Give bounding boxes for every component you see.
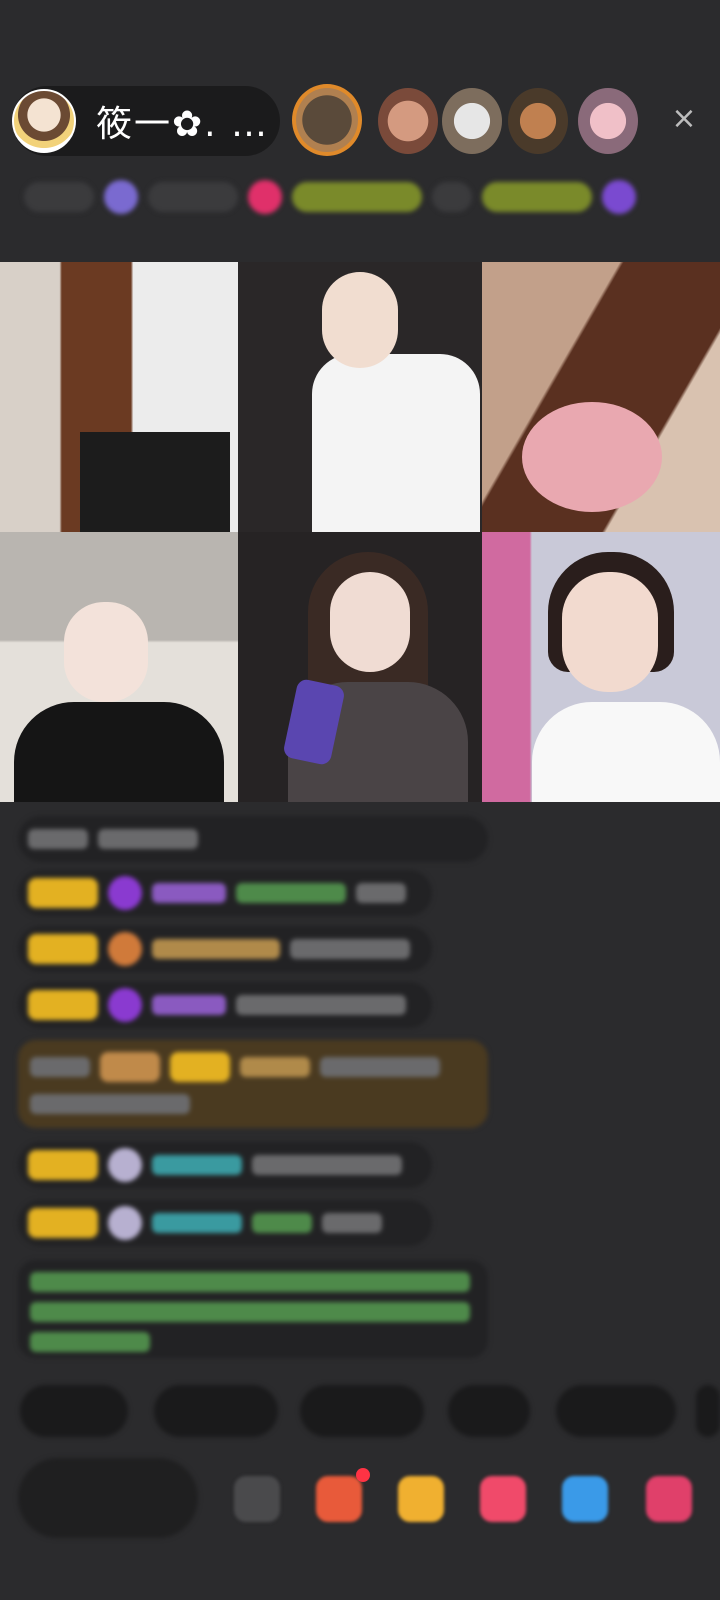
chat-message — [18, 1200, 432, 1246]
multi-guest-video-grid — [0, 262, 720, 802]
level-badge — [28, 990, 98, 1020]
quick-reply-chip[interactable] — [300, 1385, 424, 1437]
guest-face — [64, 602, 148, 702]
room-info-chip — [148, 182, 238, 212]
notification-dot — [356, 1468, 370, 1482]
room-info-row — [24, 176, 696, 218]
fan-badge — [100, 1052, 160, 1082]
chat-message — [18, 982, 432, 1028]
chat-text — [30, 1094, 190, 1114]
chat-username — [240, 1057, 310, 1077]
chat-highlight-message — [18, 1040, 488, 1128]
notice-text — [30, 1302, 470, 1322]
level-badge — [170, 1052, 230, 1082]
chat-username — [152, 883, 226, 903]
guest-figure — [532, 702, 720, 802]
level-badge — [28, 1208, 98, 1238]
guest-video-6[interactable] — [482, 532, 720, 802]
user-avatar — [108, 1148, 142, 1182]
gift-icon[interactable] — [398, 1476, 444, 1522]
room-info-icon — [248, 180, 282, 214]
activity-icon[interactable] — [646, 1476, 692, 1522]
level-badge — [28, 878, 98, 908]
room-info-chip — [292, 182, 422, 212]
guest-face — [330, 572, 410, 672]
chat-message — [18, 926, 432, 972]
shop-icon[interactable] — [316, 1476, 362, 1522]
guest-face — [562, 572, 658, 692]
guest-video-5[interactable] — [238, 532, 482, 802]
chat-text — [236, 995, 406, 1015]
chat-text — [252, 1155, 402, 1175]
chat-text — [30, 1057, 90, 1077]
chat-message — [18, 870, 432, 916]
user-avatar — [108, 932, 142, 966]
more-icon[interactable] — [234, 1476, 280, 1522]
quick-reply-chip[interactable] — [556, 1385, 676, 1437]
guest-figure — [14, 702, 224, 802]
top-viewer-avatar-4[interactable] — [508, 88, 568, 154]
chat-username — [152, 939, 280, 959]
notice-text — [30, 1332, 150, 1352]
guest-video-3[interactable] — [482, 262, 720, 532]
top-viewer-avatar-1[interactable] — [292, 84, 362, 156]
host-info-pill[interactable]: 筱一✿. … — [12, 86, 280, 156]
quick-reply-chip[interactable] — [448, 1385, 530, 1437]
user-avatar — [108, 1206, 142, 1240]
chat-username — [152, 1155, 242, 1175]
chat-text — [322, 1213, 382, 1233]
chat-message — [18, 816, 488, 862]
guest-figure — [522, 402, 662, 512]
top-viewer-avatar-5[interactable] — [578, 88, 638, 154]
user-avatar — [108, 988, 142, 1022]
live-room-screen: 筱一✿. … × — [0, 0, 720, 1600]
room-info-chip — [432, 182, 472, 212]
chat-input[interactable] — [18, 1458, 198, 1538]
guest-figure — [312, 354, 480, 532]
host-name: 筱一✿. … — [96, 104, 270, 145]
room-info-chip — [24, 182, 94, 212]
system-notice — [18, 1260, 488, 1358]
user-avatar — [108, 876, 142, 910]
share-icon[interactable] — [562, 1476, 608, 1522]
top-viewer-avatar-3[interactable] — [442, 88, 502, 154]
notice-text — [30, 1272, 470, 1292]
chat-text — [356, 883, 406, 903]
level-badge — [28, 934, 98, 964]
chat-username — [152, 995, 226, 1015]
chat-text — [98, 829, 198, 849]
top-viewer-avatar-2[interactable] — [378, 88, 438, 154]
chat-text — [290, 939, 410, 959]
chat-text — [252, 1213, 312, 1233]
room-info-icon — [104, 180, 138, 214]
room-info-chip — [482, 182, 592, 212]
guest-face — [322, 272, 398, 368]
host-avatar[interactable] — [12, 89, 76, 153]
chat-text — [236, 883, 346, 903]
guest-video-1[interactable] — [0, 262, 238, 532]
chat-message — [18, 1142, 432, 1188]
close-icon[interactable]: × — [668, 103, 700, 135]
quick-reply-bar — [20, 1385, 720, 1437]
bottom-action-bar — [0, 1458, 720, 1538]
room-info-icon — [602, 180, 636, 214]
level-badge — [28, 1150, 98, 1180]
quick-reply-chip[interactable] — [696, 1385, 720, 1437]
chat-text — [28, 829, 88, 849]
chat-username — [152, 1213, 242, 1233]
game-icon[interactable] — [480, 1476, 526, 1522]
guest-video-4[interactable] — [0, 532, 238, 802]
guest-video-2[interactable] — [238, 262, 482, 532]
chat-text — [320, 1057, 440, 1077]
quick-reply-chip[interactable] — [20, 1385, 128, 1437]
quick-reply-chip[interactable] — [154, 1385, 278, 1437]
